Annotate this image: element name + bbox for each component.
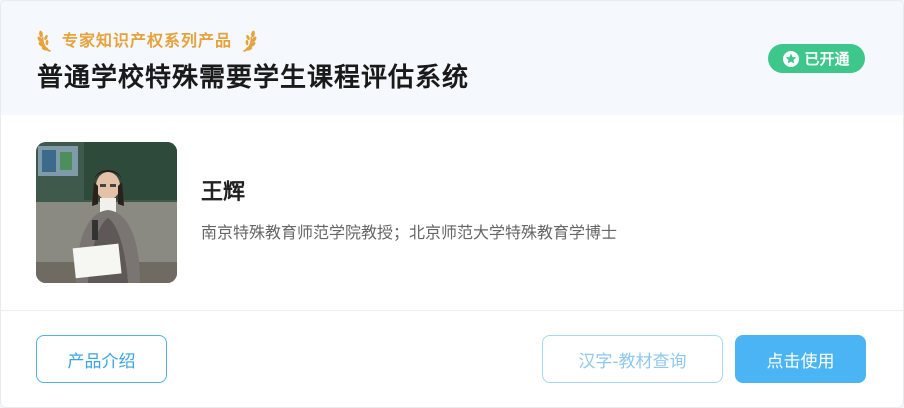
status-badge-label: 已开通 (804, 50, 850, 68)
expert-avatar (36, 142, 177, 283)
product-intro-button[interactable]: 产品介绍 (36, 335, 167, 383)
card-header: 专家知识产权系列产品 普通学校特殊需要学生课程评估系统 已开通 (1, 1, 903, 115)
status-badge: 已开通 (768, 44, 865, 73)
product-title: 普通学校特殊需要学生课程评估系统 (37, 63, 470, 93)
use-button[interactable]: 点击使用 (735, 335, 866, 383)
expert-section: 王辉 南京特殊教育师范学院教授；北京师范大学特殊教育学博士 (1, 115, 903, 311)
textbook-query-button[interactable]: 汉字-教材查询 (542, 335, 723, 383)
star-icon (783, 50, 800, 67)
laurel-left-icon (37, 30, 51, 52)
expert-description: 南京特殊教育师范学院教授；北京师范大学特殊教育学博士 (201, 223, 618, 242)
product-card: 专家知识产权系列产品 普通学校特殊需要学生课程评估系统 已开通 王辉 南京特殊教… (0, 0, 904, 408)
laurel-right-icon (243, 30, 257, 52)
tagline-text: 专家知识产权系列产品 (62, 31, 233, 50)
product-series-tagline: 专家知识产权系列产品 (37, 27, 257, 55)
expert-name: 王辉 (201, 180, 246, 205)
